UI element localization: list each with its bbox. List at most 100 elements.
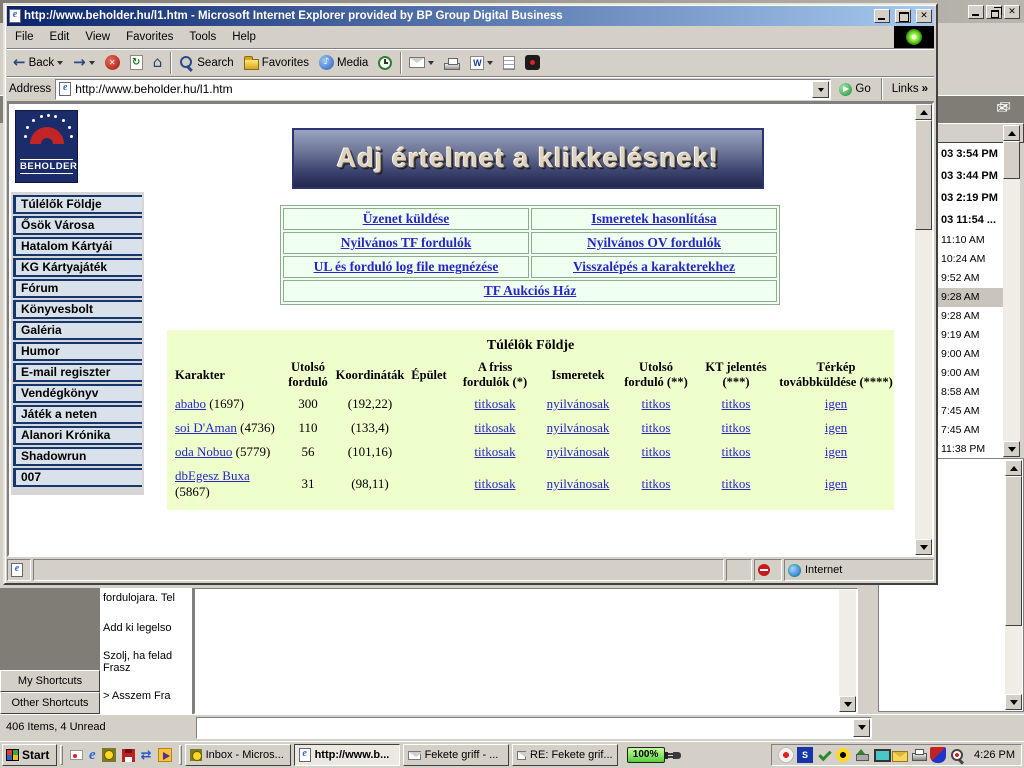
fresh-link[interactable]: titkosak xyxy=(474,420,515,435)
kt-link[interactable]: titkos xyxy=(722,444,751,459)
scrollbar-track[interactable] xyxy=(839,590,856,696)
task-button-message1[interactable]: Fekete griff - ... xyxy=(403,744,509,766)
back-dropdown-icon[interactable] xyxy=(57,61,63,65)
sidebar-item[interactable]: Vendégkönyv xyxy=(13,384,142,404)
quicklaunch-save-icon[interactable] xyxy=(122,749,135,762)
task-button-message2[interactable]: RE: Fekete grif... xyxy=(512,744,618,766)
fresh-link[interactable]: titkosak xyxy=(474,476,515,491)
link-nyilvanos-tf-fordulok[interactable]: Nyilvános TF fordulók xyxy=(341,235,472,250)
minimize-button[interactable] xyxy=(874,9,890,23)
sidebar-item[interactable]: Hatalom Kártyái xyxy=(13,237,142,257)
history-button[interactable] xyxy=(374,54,396,72)
scroll-down-icon[interactable] xyxy=(839,696,856,712)
scroll-up-icon[interactable] xyxy=(915,104,932,120)
kt-link[interactable]: titkos xyxy=(722,396,751,411)
knowledge-link[interactable]: nyilvánosak xyxy=(547,396,610,411)
addon-button[interactable] xyxy=(521,53,544,72)
tray-printer-icon[interactable] xyxy=(911,747,927,763)
task-button-ie-active[interactable]: http://www.b... xyxy=(294,744,400,766)
refresh-button[interactable] xyxy=(126,53,147,72)
menu-help[interactable]: Help xyxy=(224,31,264,43)
tray-network-icon[interactable] xyxy=(816,747,832,763)
character-link[interactable]: dbEgesz Buxa xyxy=(175,468,250,483)
outlook-close-button[interactable] xyxy=(1004,5,1020,19)
knowledge-link[interactable]: nyilvánosak xyxy=(547,476,610,491)
character-link[interactable]: ababo xyxy=(175,396,206,411)
tray-magnifier-icon[interactable] xyxy=(949,747,965,763)
scroll-down-icon[interactable] xyxy=(853,719,870,737)
scroll-down-icon[interactable] xyxy=(915,539,932,555)
character-link[interactable]: oda Nobuo xyxy=(175,444,232,459)
banner-image[interactable]: Adj értelmet a klikkelésnek! xyxy=(292,128,764,189)
links-bar[interactable]: Links xyxy=(888,83,932,95)
link-tf-aukcios-haz[interactable]: TF Aukciós Ház xyxy=(484,283,577,298)
scrollbar-thumb[interactable] xyxy=(1003,141,1020,179)
tray-fan-icon[interactable] xyxy=(778,747,794,763)
reading-pane-scrollbar[interactable] xyxy=(1005,460,1022,710)
taskbar-clock[interactable]: 4:26 PM xyxy=(974,749,1015,761)
mail-button[interactable] xyxy=(405,55,438,70)
print-button[interactable] xyxy=(440,54,464,72)
last-public-link[interactable]: titkos xyxy=(642,396,671,411)
sidebar-item[interactable]: Fórum xyxy=(13,279,142,299)
scrollbar-track[interactable] xyxy=(1005,626,1022,694)
scrollbar-thumb[interactable] xyxy=(915,120,932,230)
last-public-link[interactable]: titkos xyxy=(642,476,671,491)
fresh-link[interactable]: titkosak xyxy=(474,444,515,459)
sidebar-item[interactable]: Shadowrun xyxy=(13,447,142,467)
scrollbar-thumb[interactable] xyxy=(1005,476,1022,626)
sidebar-item[interactable]: E-mail regiszter xyxy=(13,363,142,383)
page-scrollbar[interactable] xyxy=(915,104,932,555)
menu-file[interactable]: File xyxy=(7,31,42,43)
quicklaunch-media-icon[interactable] xyxy=(158,748,172,762)
knowledge-link[interactable]: nyilvánosak xyxy=(547,444,610,459)
my-shortcuts-button[interactable]: My Shortcuts xyxy=(0,670,100,692)
ie-titlebar[interactable]: http://www.beholder.hu/l1.htm - Microsof… xyxy=(7,6,934,26)
scroll-up-icon[interactable] xyxy=(1003,125,1020,141)
tray-icq-icon[interactable] xyxy=(835,747,851,763)
discuss-button[interactable] xyxy=(499,54,519,72)
map-link[interactable]: igen xyxy=(825,396,847,411)
menu-view[interactable]: View xyxy=(77,31,118,43)
reading-pane-scrollbar[interactable] xyxy=(839,590,856,712)
link-uzenet-kuldese[interactable]: Üzenet küldése xyxy=(363,211,450,226)
media-button[interactable]: Media xyxy=(315,53,372,72)
menu-tools[interactable]: Tools xyxy=(181,31,224,43)
tray-messenger-icon[interactable]: S xyxy=(797,747,813,763)
scrollbar-track[interactable] xyxy=(915,230,932,539)
back-button[interactable]: ← Back xyxy=(9,53,67,72)
sidebar-item[interactable]: Humor xyxy=(13,342,142,362)
last-public-link[interactable]: titkos xyxy=(642,444,671,459)
outlook-minimize-button[interactable] xyxy=(968,5,984,19)
map-link[interactable]: igen xyxy=(825,444,847,459)
start-button[interactable]: Start xyxy=(2,744,57,766)
scroll-down-icon[interactable] xyxy=(1003,441,1020,457)
fresh-link[interactable]: titkosak xyxy=(474,396,515,411)
mail-dropdown-icon[interactable] xyxy=(428,61,434,65)
knowledge-link[interactable]: nyilvánosak xyxy=(547,420,610,435)
character-link[interactable]: soi D'Aman xyxy=(175,420,237,435)
stop-button[interactable] xyxy=(101,53,124,72)
kt-link[interactable]: titkos xyxy=(722,420,751,435)
sidebar-item[interactable]: KG Kártyajáték xyxy=(13,258,142,278)
beholder-logo[interactable]: BEHOLDER xyxy=(15,110,78,183)
address-dropdown-icon[interactable] xyxy=(812,81,829,98)
tray-new-mail-icon[interactable] xyxy=(892,751,908,762)
menu-edit[interactable]: Edit xyxy=(42,31,78,43)
message-list-scrollbar[interactable] xyxy=(1003,125,1020,457)
taskbar-grip[interactable] xyxy=(60,745,63,765)
home-button[interactable]: ⌂ xyxy=(149,53,167,72)
sidebar-item[interactable]: Könyvesbolt xyxy=(13,300,142,320)
task-button-inbox[interactable]: Inbox - Micros... xyxy=(185,744,291,766)
other-shortcuts-button[interactable]: Other Shortcuts xyxy=(0,692,100,714)
edit-dropdown-icon[interactable] xyxy=(487,61,493,65)
link-ismeretek-hasonlitasa[interactable]: Ismeretek hasonlítása xyxy=(591,211,716,226)
sidebar-item[interactable]: Galéria xyxy=(13,321,142,341)
link-visszalepes[interactable]: Visszalépés a karakterekhez xyxy=(573,259,735,274)
sidebar-item[interactable]: Ősök Városa xyxy=(13,216,142,236)
outlook-restore-button[interactable] xyxy=(986,5,1002,19)
sidebar-item[interactable]: Túlélők Földje xyxy=(13,195,142,215)
sidebar-item[interactable]: 007 xyxy=(13,468,142,488)
address-input[interactable]: http://www.beholder.hu/l1.htm xyxy=(55,79,831,100)
map-link[interactable]: igen xyxy=(825,420,847,435)
